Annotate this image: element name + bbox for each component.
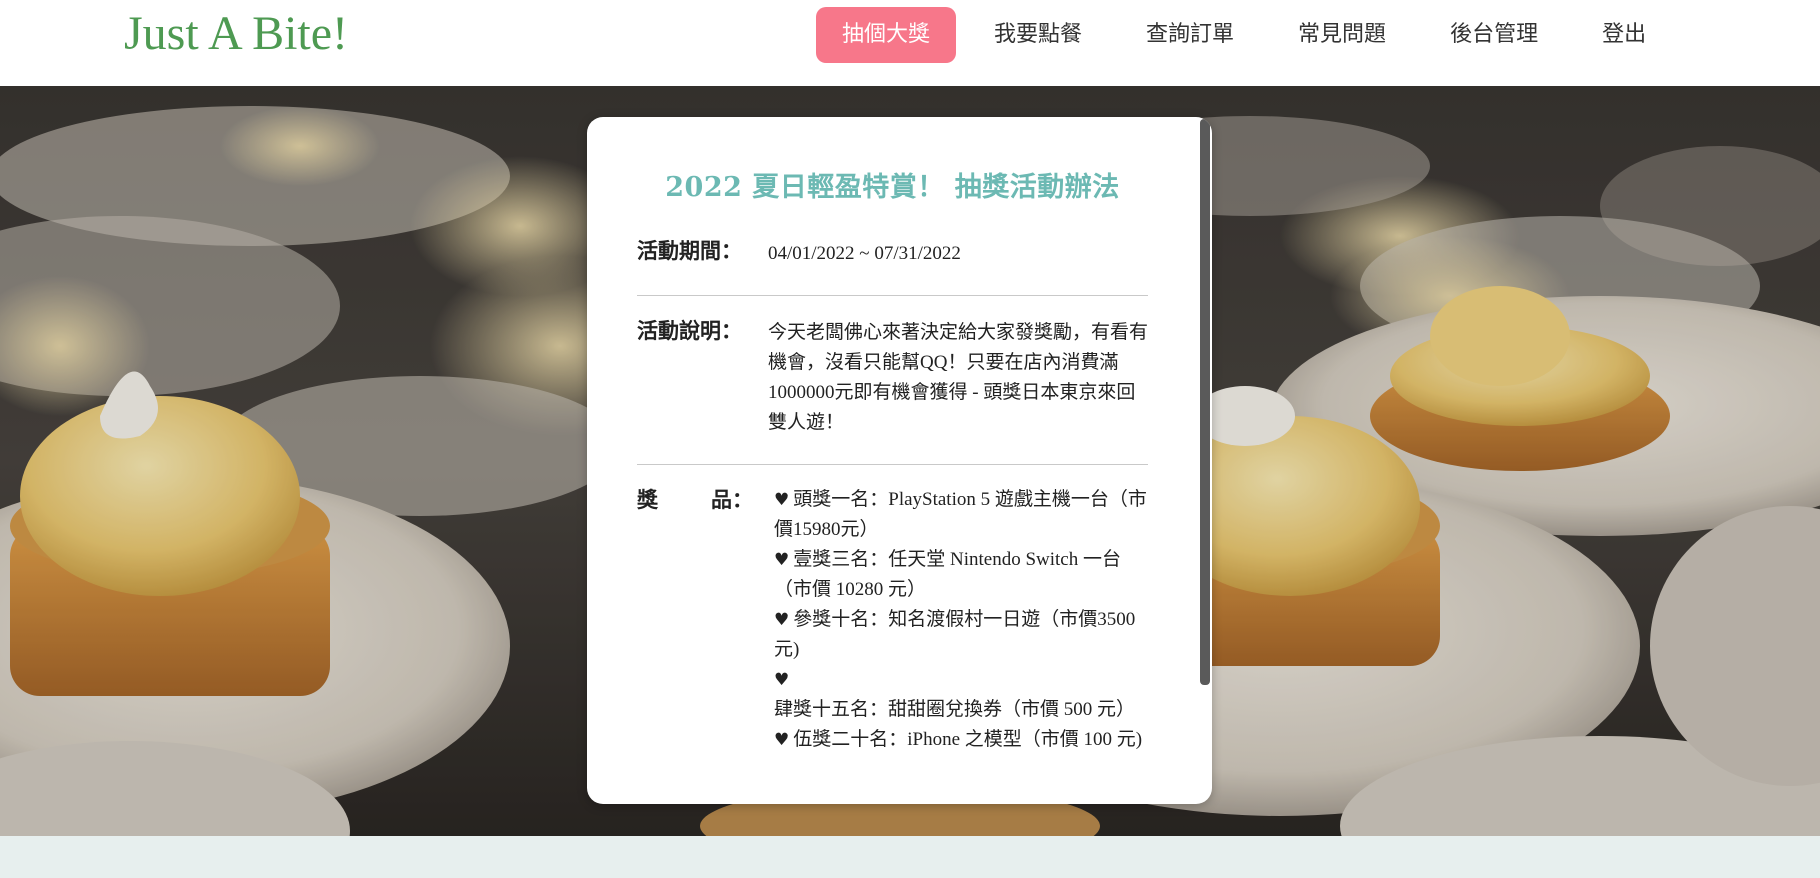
prize-text: 頭獎一名：PlayStation 5 遊戲主機一台（市價15980元） [774,489,1147,540]
heart-icon: ♥ [774,670,790,690]
top-navbar: Just A Bite! 抽個大獎 我要點餐 查詢訂單 常見問題 後台管理 登出 [0,0,1820,86]
prize-text: 參獎十名：知名渡假村一日遊（市價3500元) [774,609,1136,660]
nav-item-query-order[interactable]: 查詢訂單 [1120,7,1260,63]
prizes-label: 獎 品： [637,485,768,515]
prize-item: ♥ 肆獎十五名：甜甜圈兌換券（市價 500 元） [774,665,1148,725]
footer-band [0,836,1820,878]
prize-item: ♥ 參獎十名：知名渡假村一日遊（市價3500元) [774,605,1148,665]
card-scroll-content[interactable]: 2022 夏日輕盈特賞！ 抽獎活動辦法 活動期間： 04/01/2022 ~ 0… [587,117,1198,804]
prizes-label-first: 獎 [637,488,658,512]
nav-item-faq[interactable]: 常見問題 [1272,7,1412,63]
heart-icon: ♥ [774,730,790,750]
prize-item: ♥ 頭獎一名：PlayStation 5 遊戲主機一台（市價15980元） [774,485,1148,545]
prize-list: ♥ 頭獎一名：PlayStation 5 遊戲主機一台（市價15980元） ♥ 壹獎… [768,485,1148,755]
nav-item-admin[interactable]: 後台管理 [1424,7,1564,63]
divider [637,295,1148,296]
nav-item-order[interactable]: 我要點餐 [968,7,1108,63]
brand-logo[interactable]: Just A Bite! [124,4,348,64]
prizes-label-second: 品： [711,488,753,512]
card-scrollbar[interactable] [1200,119,1210,685]
divider [637,464,1148,465]
prize-text: 肆獎十五名：甜甜圈兌換券（市價 500 元） [774,699,1136,720]
prize-text: 壹獎三名：任天堂 Nintendo Switch 一台（市價 10280 元） [774,549,1121,600]
description-value: 今天老闆佛心來著決定給大家發獎勵，有看有機會，沒看只能幫QQ！只要在店內消費滿1… [768,322,1149,433]
card-title: 2022 夏日輕盈特賞！ 抽獎活動辦法 [665,172,1120,203]
period-value: 04/01/2022 ~ 07/31/2022 [768,243,961,264]
description-label: 活動說明： [637,319,742,343]
lottery-rules-card: 2022 夏日輕盈特賞！ 抽獎活動辦法 活動期間： 04/01/2022 ~ 0… [587,117,1212,804]
nav-item-lottery[interactable]: 抽個大獎 [816,7,957,63]
prize-item: ♥ 伍獎二十名：iPhone 之模型（市價 100 元) [774,725,1148,755]
period-label: 活動期間： [637,239,742,263]
nav-item-logout[interactable]: 登出 [1576,7,1672,63]
prize-item: ♥ 壹獎三名：任天堂 Nintendo Switch 一台（市價 10280 元） [774,545,1148,605]
main-nav: 抽個大獎 我要點餐 查詢訂單 常見問題 後台管理 登出 [816,7,1684,63]
period-row: 活動期間： 04/01/2022 ~ 07/31/2022 [637,236,1148,269]
prizes-row: 獎 品： ♥ 頭獎一名：PlayStation 5 遊戲主機一台（市價15980元… [637,485,1148,755]
heart-icon: ♥ [774,550,790,570]
description-row: 活動說明： 今天老闆佛心來著決定給大家發獎勵，有看有機會，沒看只能幫QQ！只要在… [637,316,1148,438]
heart-icon: ♥ [774,490,790,510]
prize-text: 伍獎二十名：iPhone 之模型（市價 100 元) [793,729,1143,750]
heart-icon: ♥ [774,610,790,630]
